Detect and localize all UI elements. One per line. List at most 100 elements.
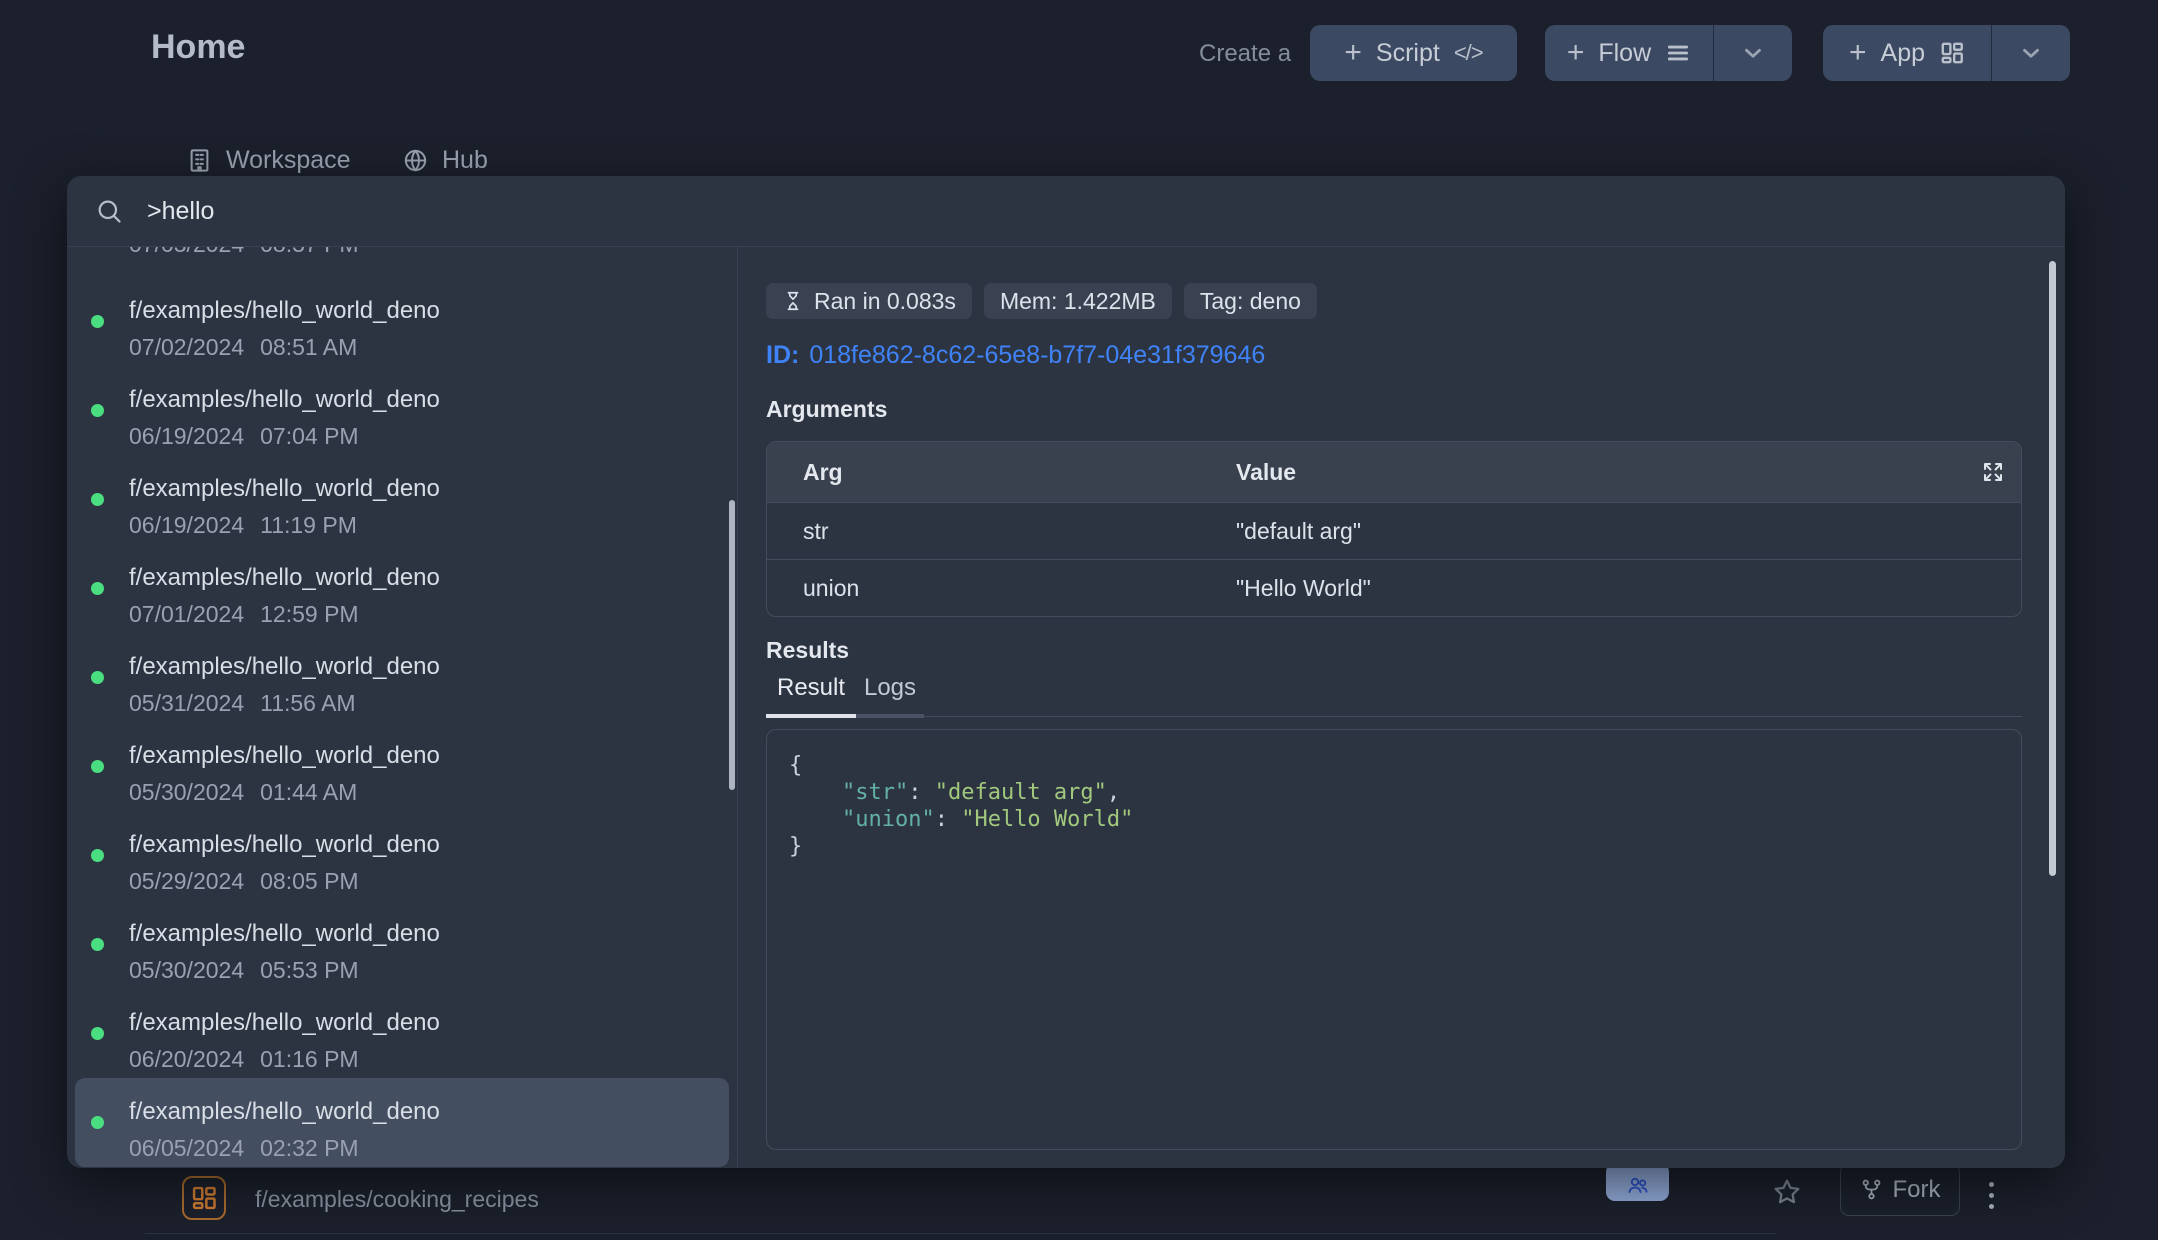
fork-button[interactable]: Fork [1840, 1163, 1960, 1216]
search-input[interactable] [147, 197, 2065, 226]
script-button-label: Script [1376, 39, 1440, 68]
run-item-time: 07:04 PM [260, 423, 358, 449]
arguments-title: Arguments [766, 396, 2065, 423]
run-item-path: f/examples/hello_world_deno [129, 831, 729, 859]
success-status-dot [91, 760, 104, 773]
arguments-table-body: str "default arg" union "Hello World" [767, 502, 2021, 616]
run-item-time: 02:32 PM [260, 1135, 358, 1161]
plus-icon: + [1344, 38, 1362, 68]
success-status-dot [91, 671, 104, 684]
run-item-time: 11:19 PM [260, 512, 357, 538]
run-item-path: f/examples/hello_world_deno [129, 1098, 729, 1126]
run-item-time: 08:37 PM [260, 247, 358, 257]
run-list-clipped-item[interactable]: 07/03/2024 08:37 PM [67, 247, 737, 277]
chevron-down-icon [1740, 40, 1766, 66]
tab-workspace-label: Workspace [226, 146, 351, 175]
arguments-table-header: Arg Value [767, 442, 2021, 502]
run-list-scrollbar[interactable] [729, 500, 735, 790]
building-icon [186, 147, 213, 174]
memory-badge: Mem: 1.422MB [984, 283, 1172, 319]
run-list-item[interactable]: f/examples/hello_world_deno 05/29/202408… [75, 811, 729, 900]
run-id-label: ID: [766, 341, 799, 370]
flow-button-label: Flow [1598, 39, 1651, 68]
run-list: f/examples/hello_world_deno 07/02/202408… [67, 277, 737, 1167]
run-item-date: 05/30/2024 [129, 779, 244, 805]
search-icon [95, 197, 123, 225]
run-list-item[interactable]: f/examples/hello_world_deno 06/05/202402… [75, 1078, 729, 1167]
flow-lines-icon [1665, 40, 1691, 66]
run-item-time: 11:56 AM [260, 690, 355, 716]
run-item-time: 12:59 PM [260, 601, 358, 627]
column-header-value: Value [1236, 459, 2021, 486]
code-icon: </> [1454, 40, 1483, 66]
plus-icon: + [1567, 38, 1585, 68]
favorite-star-icon[interactable] [1771, 1176, 1803, 1208]
run-id-row: ID: 018fe862-8c62-65e8-b7f7-04e31f379646 [766, 341, 2065, 370]
shared-badge [1606, 1163, 1669, 1201]
app-button-label: App [1881, 39, 1925, 68]
run-badges: Ran in 0.083s Mem: 1.422MB Tag: deno [766, 283, 2065, 319]
create-a-label: Create a [1199, 40, 1291, 68]
globe-icon [402, 147, 429, 174]
run-item-time: 01:16 PM [260, 1046, 358, 1072]
success-status-dot [91, 1116, 104, 1129]
run-list-item[interactable]: f/examples/hello_world_deno 07/01/202412… [75, 544, 729, 633]
command-palette-modal: 07/03/2024 08:37 PM f/examples/hello_worl… [67, 176, 2065, 1168]
success-status-dot [91, 1027, 104, 1040]
run-item-time: 01:44 AM [260, 779, 357, 805]
run-item-date: 06/19/2024 [129, 423, 244, 449]
run-id-value[interactable]: 018fe862-8c62-65e8-b7f7-04e31f379646 [809, 341, 1265, 370]
run-list-item[interactable]: f/examples/hello_world_deno 05/31/202411… [75, 633, 729, 722]
run-item-time: 05:53 PM [260, 957, 358, 983]
run-list-panel: 07/03/2024 08:37 PM f/examples/hello_worl… [67, 247, 738, 1168]
run-item-date: 06/19/2024 [129, 512, 244, 538]
app-dropdown-button[interactable] [1992, 25, 2070, 81]
run-item-date: 06/20/2024 [129, 1046, 244, 1072]
plus-icon: + [1849, 38, 1867, 68]
run-item-path: f/examples/hello_world_deno [129, 920, 729, 948]
git-fork-icon [1860, 1178, 1883, 1201]
argument-value: "Hello World" [1236, 575, 2021, 602]
more-options-button[interactable] [1985, 1178, 1998, 1213]
run-item-path: f/examples/hello_world_deno [129, 1009, 729, 1037]
group-icon [1626, 1173, 1650, 1197]
argument-value: "default arg" [1236, 518, 2021, 545]
page-title: Home [151, 28, 245, 67]
modal-scrollbar[interactable] [2049, 261, 2056, 876]
tab-logs[interactable]: Logs [856, 674, 924, 718]
create-flow-button[interactable]: + Flow [1545, 25, 1792, 81]
run-item-date: 05/30/2024 [129, 957, 244, 983]
run-list-item[interactable]: f/examples/hello_world_deno 05/30/2024 05… [75, 900, 729, 989]
fork-button-label: Fork [1893, 1176, 1941, 1204]
run-details-panel: Ran in 0.083s Mem: 1.422MB Tag: deno ID:… [738, 247, 2065, 1168]
run-item-date: 05/31/2024 [129, 690, 244, 716]
run-list-item[interactable]: f/examples/hello_world_deno 06/20/2024 01… [75, 989, 729, 1078]
tab-result[interactable]: Result [766, 674, 856, 718]
run-item-date: 07/03/2024 [129, 247, 244, 257]
run-item-path: f/examples/hello_world_deno [129, 475, 729, 503]
run-item-time: 08:51 AM [260, 334, 357, 360]
argument-name: union [767, 575, 1236, 602]
flow-dropdown-button[interactable] [1714, 25, 1792, 81]
search-bar [67, 176, 2065, 247]
arguments-table: Arg Value str "default arg" union "Hello… [766, 441, 2022, 617]
success-status-dot [91, 938, 104, 951]
run-list-item[interactable]: f/examples/hello_world_deno 06/19/2024 07… [75, 366, 729, 455]
run-list-item[interactable]: f/examples/hello_world_deno 05/30/202401… [75, 722, 729, 811]
run-item-time: 08:05 PM [260, 868, 358, 894]
run-list-item[interactable]: f/examples/hello_world_deno 06/19/2024 11… [75, 455, 729, 544]
create-script-button[interactable]: + Script </> [1310, 25, 1517, 81]
divider [145, 1233, 1776, 1234]
run-item-path: f/examples/hello_world_deno [129, 297, 729, 325]
run-list-item[interactable]: f/examples/hello_world_deno 07/02/202408… [75, 277, 729, 366]
expand-icon [1981, 460, 2005, 484]
expand-table-button[interactable] [1981, 460, 2005, 484]
create-app-button[interactable]: + App [1823, 25, 2070, 81]
tag-badge: Tag: deno [1184, 283, 1317, 319]
run-item-path: f/examples/hello_world_deno [129, 386, 729, 414]
success-status-dot [91, 404, 104, 417]
tab-workspace[interactable]: Workspace [186, 146, 351, 175]
tab-hub[interactable]: Hub [402, 146, 488, 175]
success-status-dot [91, 582, 104, 595]
hourglass-icon [782, 290, 804, 312]
